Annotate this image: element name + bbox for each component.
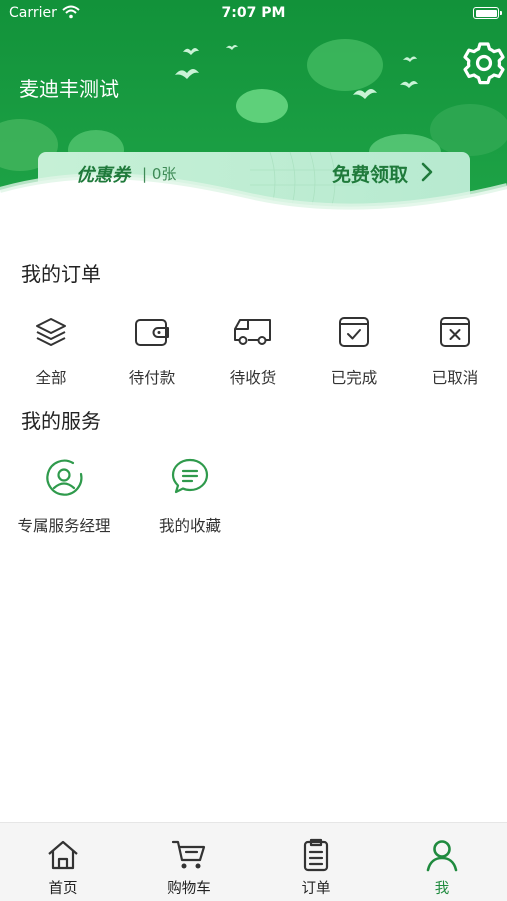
- clock: 7:07 PM: [221, 5, 286, 21]
- order-all-button[interactable]: 全部: [1, 312, 101, 388]
- clipboard-icon: [303, 838, 329, 872]
- x-box-icon: [440, 317, 470, 347]
- order-cancelled-label: 已取消: [431, 369, 479, 387]
- tab-orders[interactable]: 订单: [266, 837, 366, 898]
- coupon-count: | 0张: [142, 165, 177, 183]
- service-manager-label: 专属服务经理: [17, 517, 111, 535]
- tab-me[interactable]: 我: [392, 837, 492, 898]
- person-icon: [426, 840, 458, 872]
- tab-me-label: 我: [434, 881, 450, 897]
- orders-section-title: 我的订单: [21, 262, 101, 286]
- services-section-title: 我的服务: [21, 409, 101, 433]
- tab-home-label: 首页: [48, 881, 78, 897]
- bottom-tab-bar: 首页 购物车 订单 我: [0, 822, 507, 901]
- chat-bubble-icon: [171, 458, 209, 494]
- service-manager-icon: [46, 459, 83, 496]
- claim-coupon-link[interactable]: 免费领取: [332, 160, 408, 187]
- profile-header: 麦迪丰测试 优惠券 | 0张 免费领取: [0, 0, 507, 230]
- check-box-icon: [339, 317, 369, 347]
- order-all-label: 全部: [35, 369, 67, 387]
- tab-home[interactable]: 首页: [13, 837, 113, 898]
- user-name: 麦迪丰测试: [19, 77, 119, 101]
- settings-button[interactable]: [461, 40, 507, 86]
- order-pending-receipt-button[interactable]: 待收货: [203, 312, 303, 388]
- my-favorites-button[interactable]: 我的收藏: [130, 456, 250, 536]
- service-manager-button[interactable]: 专属服务经理: [4, 456, 124, 536]
- tab-cart[interactable]: 购物车: [139, 837, 239, 898]
- order-pending-receipt-label: 待收货: [229, 369, 277, 387]
- header-background: [0, 0, 507, 230]
- order-cancelled-button[interactable]: 已取消: [405, 312, 505, 388]
- battery-icon: [473, 7, 502, 19]
- cart-icon: [171, 840, 206, 869]
- chevron-right-icon: [421, 162, 433, 182]
- my-favorites-label: 我的收藏: [158, 517, 221, 535]
- tab-orders-label: 订单: [301, 881, 331, 897]
- tab-cart-label: 购物车: [167, 881, 211, 897]
- gear-icon: [463, 42, 505, 85]
- order-completed-label: 已完成: [330, 369, 378, 387]
- coupon-banner[interactable]: 优惠券 | 0张 免费领取: [38, 152, 470, 192]
- coupon-title: 优惠券: [76, 165, 130, 186]
- order-completed-button[interactable]: 已完成: [304, 312, 404, 388]
- order-pending-payment-label: 待付款: [128, 369, 176, 387]
- layers-icon: [36, 318, 66, 346]
- truck-icon: [234, 319, 271, 345]
- status-bar: Carrier 7:07 PM: [0, 0, 507, 28]
- wallet-icon: [135, 319, 169, 346]
- order-pending-payment-button[interactable]: 待付款: [102, 312, 202, 388]
- home-icon: [48, 840, 78, 870]
